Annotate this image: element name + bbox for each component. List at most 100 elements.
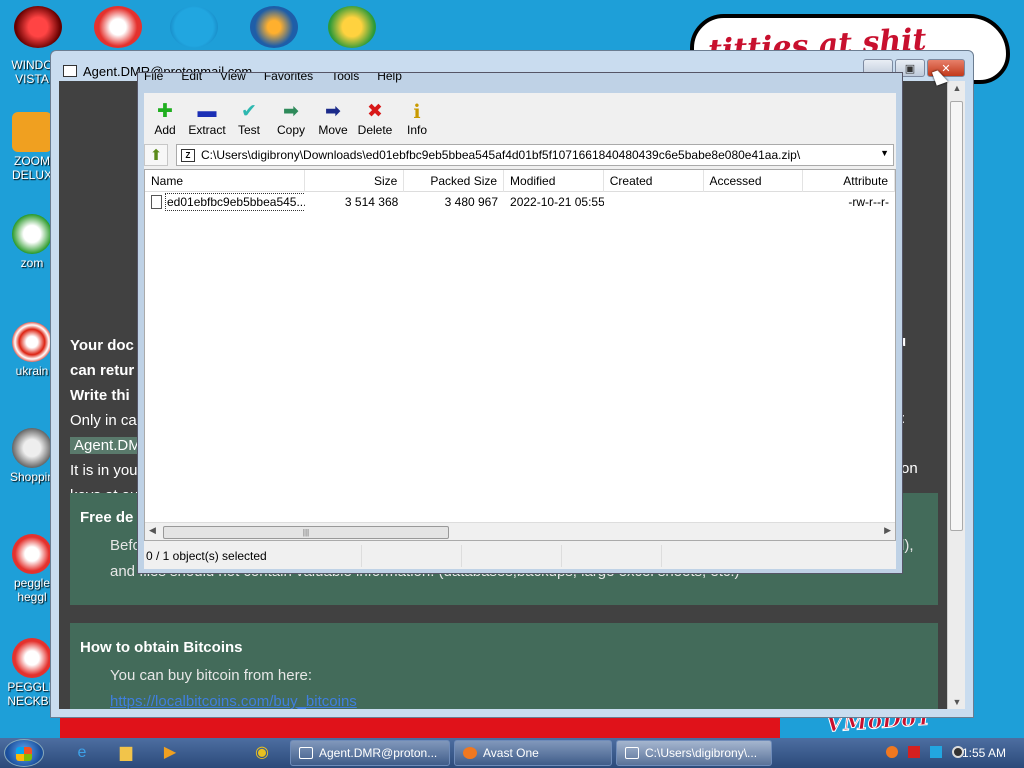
- ransom-line: Write thi: [70, 387, 130, 404]
- bitcoin-heading: How to obtain Bitcoins: [80, 639, 243, 656]
- move-button[interactable]: ➡ Move: [312, 93, 354, 139]
- column-name[interactable]: Name: [145, 170, 305, 192]
- task-label: C:\Users\digibrony\...: [645, 746, 758, 760]
- chrome-icon[interactable]: ◉: [242, 741, 282, 765]
- ransom-note-text: Your doc can retur Write thi Only in ca …: [70, 333, 145, 508]
- menu-edit[interactable]: Edit: [181, 73, 202, 87]
- file-size: 3 514 368: [344, 195, 399, 209]
- up-arrow-icon: ⬆: [149, 147, 163, 164]
- system-tray: [886, 746, 964, 758]
- extract-label: Extract: [188, 123, 226, 137]
- start-button[interactable]: [4, 739, 44, 767]
- network-tray-icon[interactable]: [930, 746, 942, 758]
- file-created: [604, 192, 704, 212]
- delete-button[interactable]: ✖ Delete: [354, 93, 396, 139]
- ransom-line: It is in you: [70, 462, 138, 479]
- folder-icon[interactable]: ▆: [106, 741, 146, 765]
- minus-icon: ▬: [197, 101, 217, 122]
- copy-button[interactable]: ➡ Copy: [270, 93, 312, 139]
- test-label: Test: [237, 123, 260, 137]
- ransom-line: can retur: [70, 362, 135, 379]
- plus-icon: ✚: [157, 101, 173, 122]
- column-accessed[interactable]: Accessed: [704, 170, 804, 192]
- address-field[interactable]: Z C:\Users\digibrony\Downloads\ed01ebfbc…: [176, 144, 894, 166]
- 7zip-icon: [625, 747, 639, 759]
- status-cell: [362, 545, 462, 567]
- file-modified: 2022-10-21 05:55: [510, 195, 604, 209]
- clock[interactable]: 1:55 AM: [962, 746, 1006, 760]
- extract-button[interactable]: ▬ Extract: [186, 93, 228, 139]
- copy-label: Copy: [276, 123, 305, 137]
- internet-explorer-icon[interactable]: e: [62, 741, 102, 765]
- column-packed-size[interactable]: Packed Size: [404, 170, 505, 192]
- ransom-line: Your doc: [70, 337, 134, 354]
- add-button[interactable]: ✚ Add: [144, 93, 186, 139]
- scroll-left-arrow-icon[interactable]: ◀: [149, 525, 156, 536]
- ransom-vertical-scrollbar[interactable]: ▲ ▼: [947, 81, 965, 709]
- file-row[interactable]: ed01ebfbc9eb5bbea545... 3 514 368 3 480 …: [145, 192, 895, 212]
- menu-tools[interactable]: Tools: [331, 73, 359, 87]
- bitcoin-line: You can buy bitcoin from here:: [110, 667, 313, 684]
- ransom-line-fragment: on: [901, 460, 918, 477]
- zoom-icon: [12, 112, 52, 152]
- column-created[interactable]: Created: [604, 170, 704, 192]
- lock-app-icon[interactable]: [328, 6, 376, 48]
- zip-archive-icon: Z: [181, 148, 195, 162]
- horizontal-scrollbar[interactable]: ◀ ||| ▶: [145, 522, 895, 540]
- scroll-thumb[interactable]: |||: [163, 526, 449, 539]
- taskbar-item-7zip[interactable]: C:\Users\digibrony\...: [616, 740, 772, 766]
- menu-bar: File Edit View Favorites Tools Help: [144, 73, 402, 91]
- scroll-down-arrow-icon[interactable]: ▼: [948, 697, 966, 707]
- bitcoin-link[interactable]: https://localbitcoins.com/buy_bitcoins: [110, 693, 357, 709]
- peggle-top-icon[interactable]: [94, 6, 142, 48]
- 7zip-window[interactable]: File Edit View Favorites Tools Help ✚ Ad…: [137, 72, 903, 574]
- windows-logo-icon: [16, 747, 32, 761]
- file-packed-size: 3 480 967: [444, 195, 499, 209]
- scroll-up-arrow-icon[interactable]: ▲: [948, 83, 966, 93]
- task-label: Agent.DMR@proton...: [319, 746, 438, 760]
- menu-view[interactable]: View: [220, 73, 246, 87]
- ransom-email-chip[interactable]: Agent.DM: [70, 437, 145, 454]
- move-label: Move: [318, 123, 348, 137]
- menu-favorites[interactable]: Favorites: [264, 73, 313, 87]
- address-bar: ⬆ Z C:\Users\digibrony\Downloads\ed01ebf…: [144, 143, 896, 167]
- 7zip-content: ✚ Add ▬ Extract ✔ Test ➡ Copy ➡ Move ✖ D…: [144, 93, 896, 569]
- scroll-right-arrow-icon[interactable]: ▶: [884, 525, 891, 536]
- address-path: C:\Users\digibrony\Downloads\ed01ebfbc9e…: [201, 148, 801, 162]
- column-attributes[interactable]: Attribute: [803, 170, 895, 192]
- wallpaper-red-band: [60, 715, 780, 740]
- list-header: Name Size Packed Size Modified Created A…: [145, 170, 895, 192]
- status-bar: 0 / 1 object(s) selected: [144, 545, 896, 567]
- radiation-icon: [12, 322, 52, 362]
- task-label: Avast One: [483, 746, 539, 760]
- avast-tray-icon[interactable]: [886, 746, 898, 758]
- taskbar-item-avast[interactable]: Avast One: [454, 740, 612, 766]
- taskbar-item-ransom-note[interactable]: Agent.DMR@proton...: [290, 740, 450, 766]
- up-folder-button[interactable]: ⬆: [144, 144, 168, 166]
- menu-help[interactable]: Help: [377, 73, 402, 87]
- delete-x-icon: ✖: [367, 101, 383, 122]
- check-icon: ✔: [241, 101, 257, 122]
- copy-arrow-icon: ➡: [283, 101, 299, 122]
- scroll-thumb[interactable]: [950, 101, 963, 531]
- ransom-line: Only in ca: [70, 412, 137, 429]
- flag-tray-icon[interactable]: [908, 746, 920, 758]
- column-modified[interactable]: Modified: [504, 170, 604, 192]
- chevron-down-icon[interactable]: ▼: [880, 148, 889, 158]
- file-icon: [151, 195, 162, 209]
- skype-icon[interactable]: [170, 6, 218, 48]
- file-name: ed01ebfbc9eb5bbea545...: [165, 193, 305, 211]
- menu-file[interactable]: File: [144, 73, 163, 87]
- test-button[interactable]: ✔ Test: [228, 93, 270, 139]
- file-attributes: -rw-r--r-: [848, 195, 889, 209]
- media-player-icon[interactable]: ▶: [150, 741, 190, 765]
- flash-icon: [12, 428, 52, 468]
- info-button[interactable]: i Info: [396, 93, 438, 139]
- file-list[interactable]: Name Size Packed Size Modified Created A…: [144, 169, 896, 541]
- file-accessed: [704, 192, 804, 212]
- firefox-icon[interactable]: [250, 6, 298, 48]
- vista-icon[interactable]: [14, 6, 62, 48]
- peggle-icon: [12, 638, 52, 678]
- flower-icon: [12, 214, 52, 254]
- column-size[interactable]: Size: [305, 170, 405, 192]
